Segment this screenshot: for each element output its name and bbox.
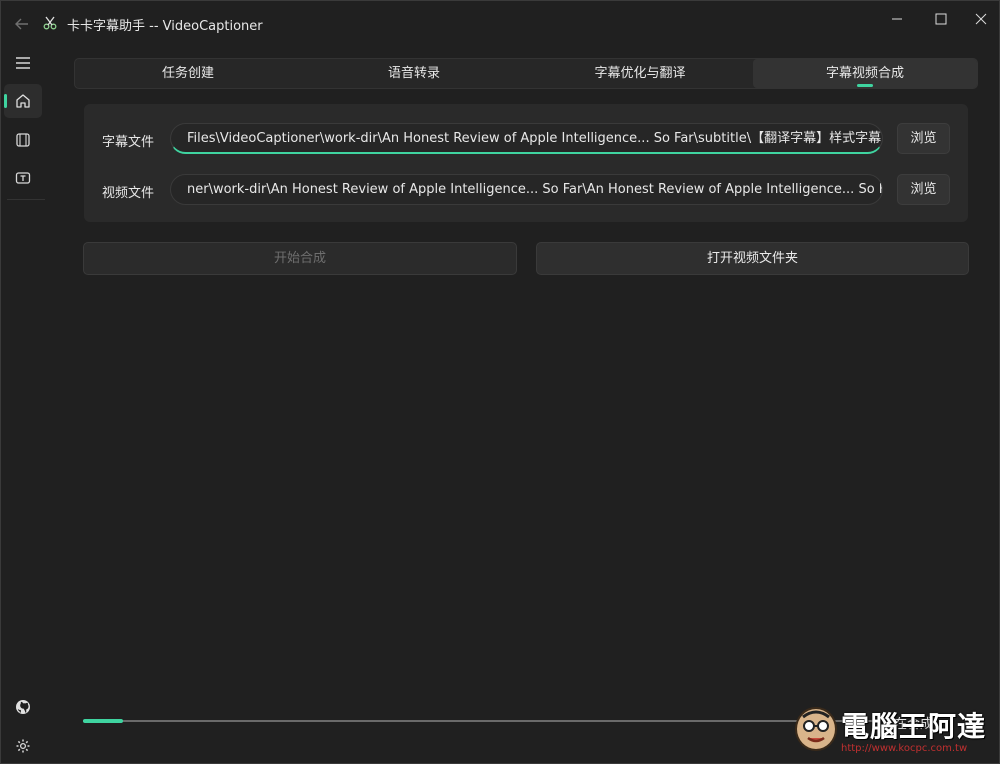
video-file-label: 视频文件 bbox=[102, 186, 155, 201]
tab-label: 字幕优化与翻译 bbox=[594, 66, 686, 81]
text-box-icon bbox=[15, 172, 31, 184]
watermark-mascot-icon bbox=[795, 707, 837, 751]
tab-label: 语音转录 bbox=[387, 66, 440, 81]
film-icon bbox=[16, 133, 30, 147]
sidebar-item-home[interactable] bbox=[4, 84, 42, 118]
browse-video-button[interactable]: 浏览 bbox=[897, 174, 950, 205]
watermark-text: 電腦王阿達 bbox=[841, 710, 987, 743]
tab-video-synthesis[interactable]: 字幕视频合成 bbox=[753, 59, 977, 88]
back-button[interactable] bbox=[9, 11, 35, 37]
close-button[interactable] bbox=[963, 7, 999, 31]
watermark-url: http://www.kocpc.com.tw bbox=[841, 743, 968, 754]
sidebar-item-settings[interactable] bbox=[4, 729, 42, 763]
gear-icon bbox=[16, 739, 30, 753]
progress-fill bbox=[83, 719, 123, 723]
sidebar-menu-button[interactable] bbox=[4, 46, 42, 80]
tab-label: 任务创建 bbox=[161, 66, 214, 81]
video-file-input[interactable]: ner\work-dir\An Honest Review of Apple I… bbox=[170, 174, 883, 205]
window-title: 卡卡字幕助手 -- VideoCaptioner bbox=[67, 19, 263, 34]
open-video-folder-button[interactable]: 打开视频文件夹 bbox=[536, 242, 969, 275]
tab-label: 字幕视频合成 bbox=[825, 66, 904, 81]
subtitle-file-input[interactable]: Files\VideoCaptioner\work-dir\An Honest … bbox=[170, 123, 883, 154]
close-icon bbox=[975, 13, 987, 25]
progress-track bbox=[83, 720, 873, 722]
sidebar-item-video[interactable] bbox=[4, 123, 42, 157]
sidebar-item-subtitle[interactable] bbox=[4, 161, 42, 195]
maximize-button[interactable] bbox=[923, 7, 959, 31]
tab-task-create[interactable]: 任务创建 bbox=[75, 59, 301, 88]
active-tab-indicator bbox=[857, 84, 873, 87]
github-icon bbox=[16, 700, 30, 714]
browse-subtitle-button[interactable]: 浏览 bbox=[897, 123, 950, 154]
title-bar: 卡卡字幕助手 -- VideoCaptioner bbox=[1, 1, 1000, 45]
start-synthesis-button[interactable]: 开始合成 bbox=[83, 242, 517, 275]
file-selection-card: 字幕文件 Files\VideoCaptioner\work-dir\An Ho… bbox=[84, 104, 968, 222]
home-icon bbox=[16, 94, 30, 108]
subtitle-file-label: 字幕文件 bbox=[102, 135, 155, 150]
arrow-left-icon bbox=[15, 18, 28, 30]
sidebar-item-github[interactable] bbox=[4, 690, 42, 724]
scissors-icon bbox=[43, 16, 57, 30]
maximize-icon bbox=[935, 13, 947, 25]
sidebar-divider bbox=[7, 199, 45, 200]
video-file-value: ner\work-dir\An Honest Review of Apple I… bbox=[187, 182, 883, 197]
minimize-icon bbox=[892, 18, 902, 20]
tab-transcription[interactable]: 语音转录 bbox=[301, 59, 527, 88]
navigation-sidebar bbox=[1, 45, 45, 764]
app-window: 卡卡字幕助手 -- VideoCaptioner 任务创建 语音转录 字幕优化与… bbox=[0, 0, 1000, 764]
tab-bar: 任务创建 语音转录 字幕优化与翻译 字幕视频合成 bbox=[74, 58, 978, 89]
hamburger-menu-icon bbox=[16, 57, 30, 69]
watermark: 電腦王阿達 http://www.kocpc.com.tw bbox=[793, 703, 993, 759]
tab-optimize-translate[interactable]: 字幕优化与翻译 bbox=[527, 59, 753, 88]
minimize-button[interactable] bbox=[879, 7, 915, 31]
subtitle-file-value: Files\VideoCaptioner\work-dir\An Honest … bbox=[187, 131, 883, 146]
